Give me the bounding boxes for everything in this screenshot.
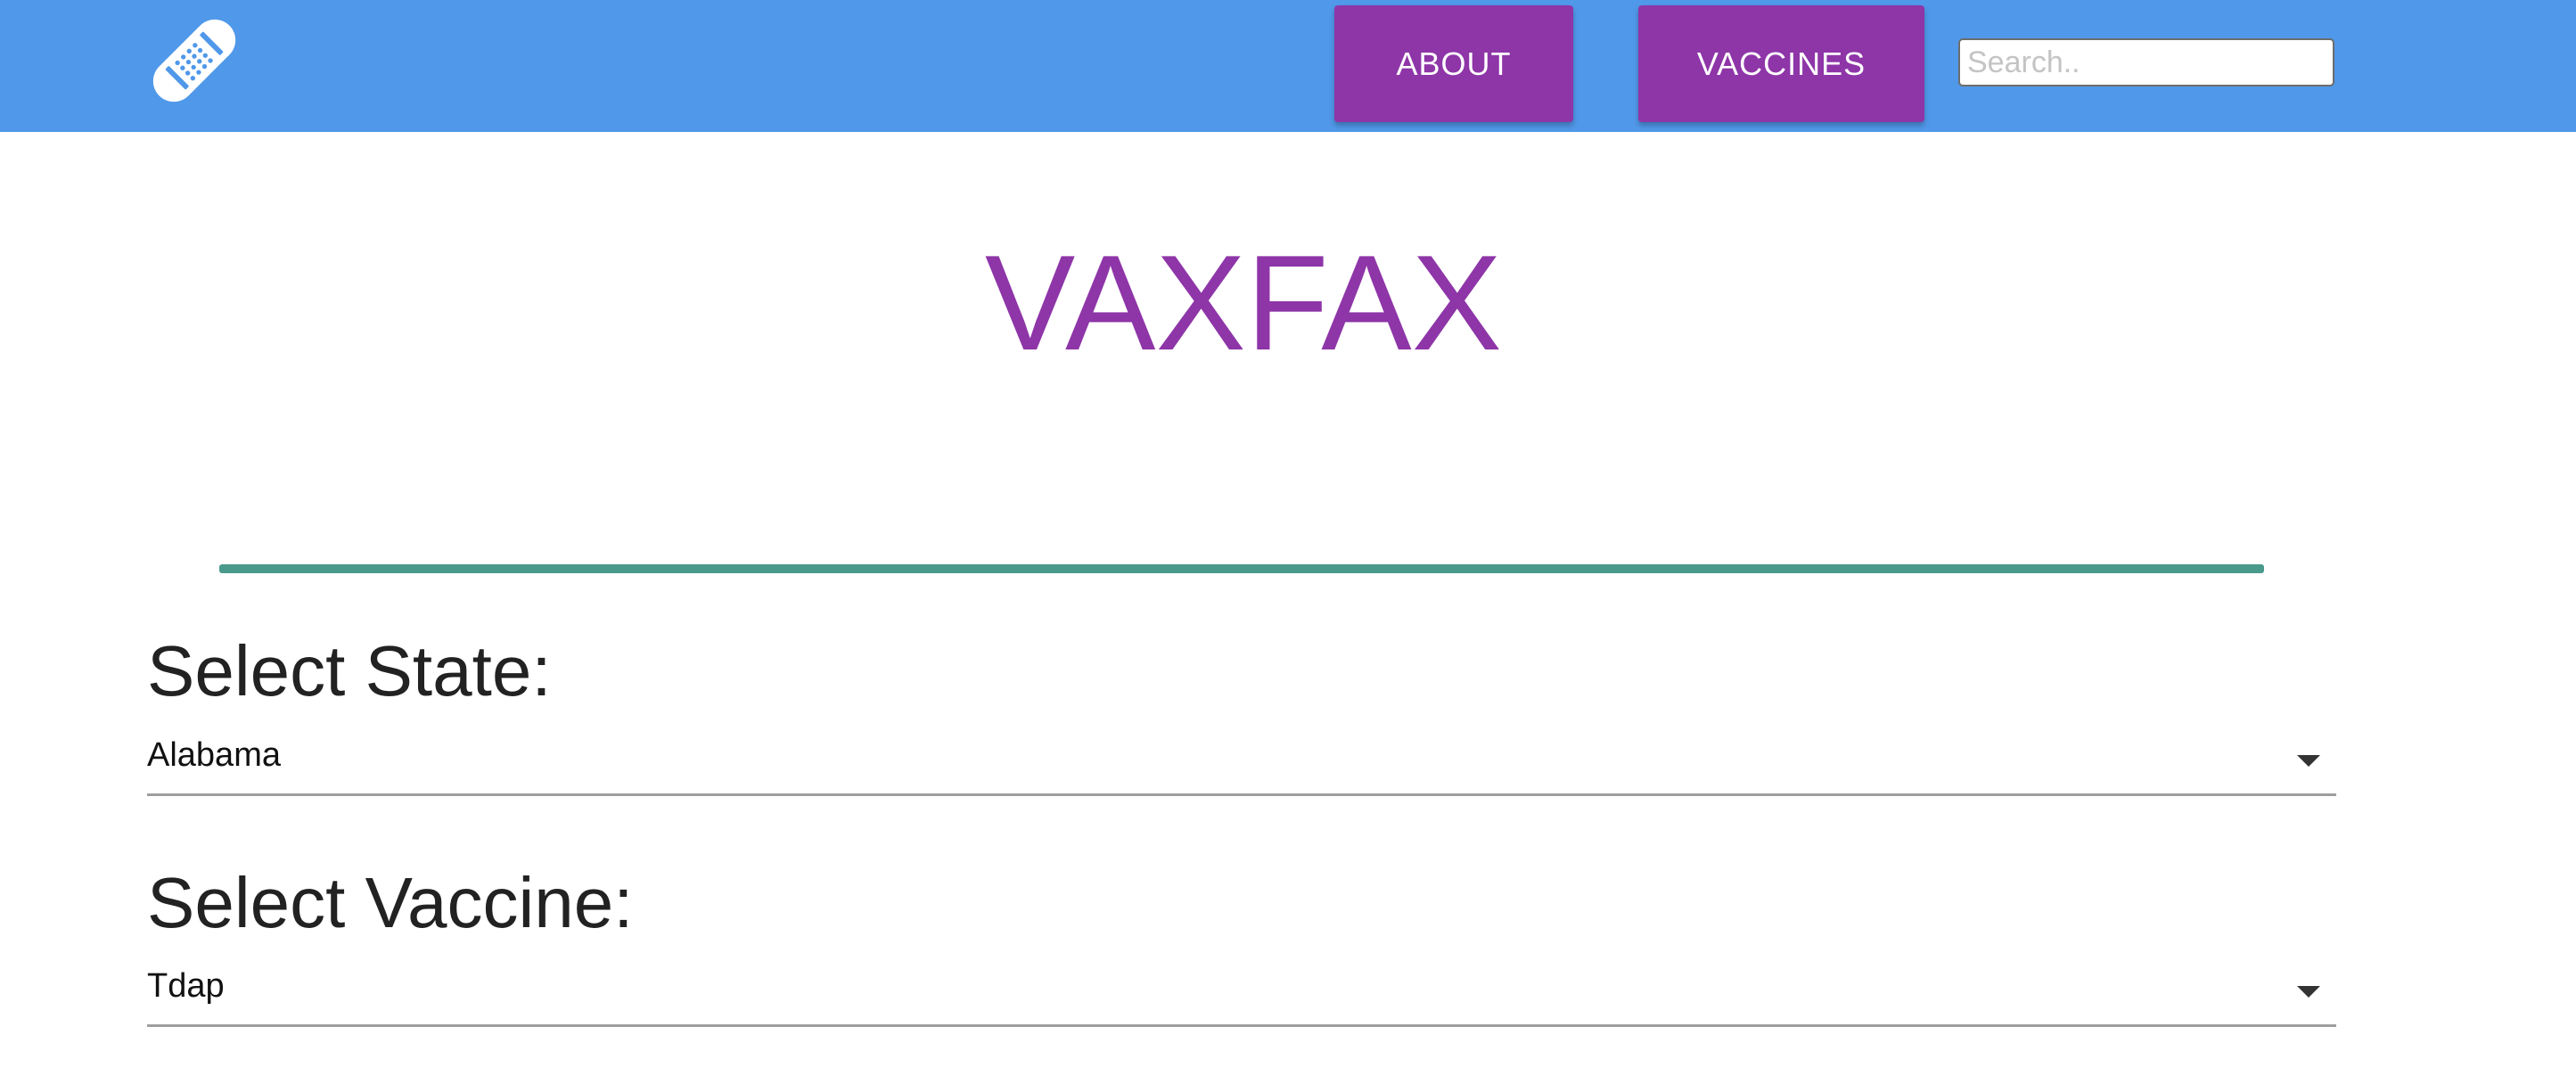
vaccine-select-value: Tdap	[147, 967, 225, 1005]
select-state-heading: Select State:	[147, 631, 552, 711]
vaccines-button[interactable]: VACCINES	[1638, 5, 1924, 122]
dropdown-arrow-icon[interactable]	[2297, 986, 2320, 998]
bandage-icon[interactable]	[143, 9, 246, 112]
state-select[interactable]: Alabama	[147, 729, 2336, 796]
page-title: VAXFAX	[984, 227, 1503, 379]
about-button[interactable]: ABOUT	[1334, 5, 1573, 122]
section-divider	[219, 564, 2264, 573]
dropdown-arrow-icon[interactable]	[2297, 755, 2320, 767]
state-select-value: Alabama	[147, 736, 281, 774]
vaccine-select[interactable]: Tdap	[147, 960, 2336, 1027]
select-vaccine-heading: Select Vaccine:	[147, 863, 634, 942]
top-navbar: ABOUT VACCINES	[0, 0, 2576, 132]
search-input[interactable]	[1958, 38, 2334, 86]
